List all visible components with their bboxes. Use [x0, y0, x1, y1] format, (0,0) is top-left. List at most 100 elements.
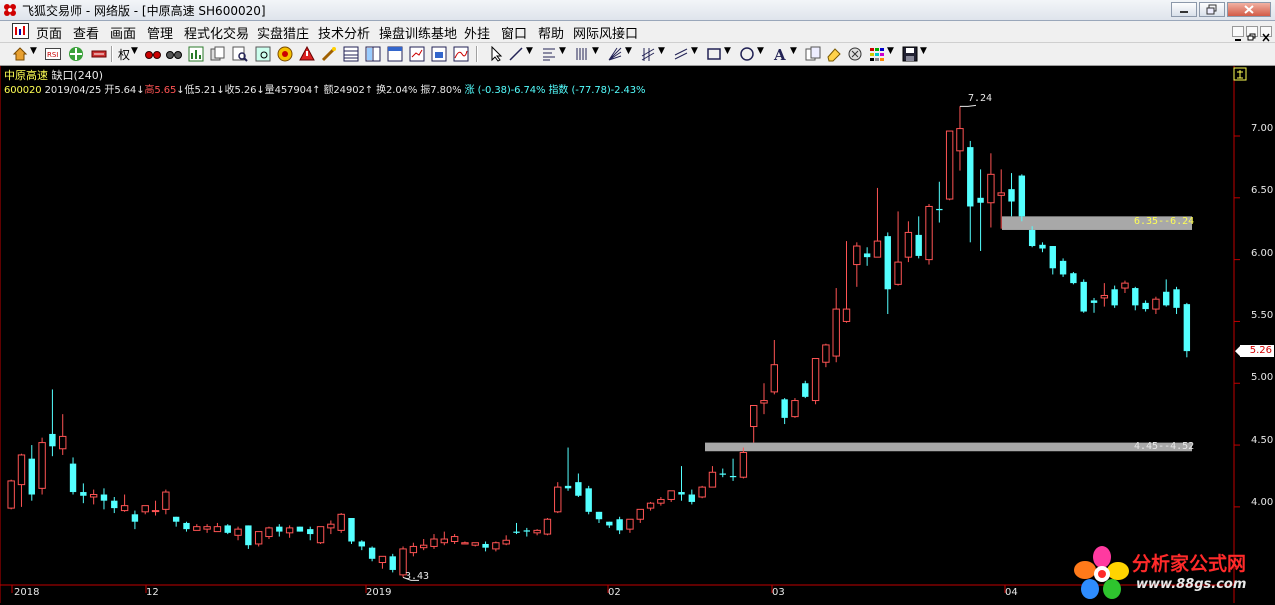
- dropdown-arrow-icon[interactable]: ▼: [724, 46, 731, 56]
- mdi-restore-button[interactable]: [1246, 26, 1258, 41]
- menu-training-base[interactable]: 操盘训练基地: [379, 23, 457, 42]
- menu-manage[interactable]: 管理: [147, 23, 173, 42]
- volume-value: 457904: [274, 85, 313, 96]
- dropdown-arrow-icon[interactable]: ▼: [920, 46, 927, 56]
- candle-body: [585, 488, 592, 512]
- window-icon[interactable]: [387, 46, 403, 62]
- alert-icon[interactable]: [299, 46, 315, 62]
- pointer-icon[interactable]: [488, 46, 504, 62]
- rsi-icon[interactable]: RSI: [45, 46, 61, 62]
- move-icon[interactable]: [68, 46, 84, 62]
- rect-icon[interactable]: [706, 46, 722, 62]
- menu-live-hunting[interactable]: 实盘猎庄: [257, 23, 309, 42]
- glasses-icon[interactable]: [145, 46, 161, 62]
- candle: [7, 479, 15, 510]
- dropdown-arrow-icon[interactable]: ▼: [30, 46, 37, 56]
- menu-program-trading[interactable]: 程式化交易: [184, 23, 249, 42]
- candle: [513, 522, 520, 535]
- parallel-icon[interactable]: [673, 46, 689, 62]
- candle: [822, 343, 830, 368]
- candle-body: [482, 543, 489, 548]
- fan-icon[interactable]: [607, 46, 623, 62]
- target-icon[interactable]: [277, 46, 293, 62]
- text-tool-icon[interactable]: A: [772, 46, 788, 62]
- change-value: (-0.38)-6.74%: [477, 85, 546, 96]
- site-logo: 分析家公式网 www.88gs.com: [1074, 545, 1274, 603]
- candle: [368, 546, 376, 562]
- binocular-icon[interactable]: [166, 46, 182, 62]
- home-icon[interactable]: [12, 46, 28, 62]
- copy-icon[interactable]: [210, 46, 226, 62]
- find-icon[interactable]: [232, 46, 248, 62]
- copy-tool-icon[interactable]: [805, 46, 821, 62]
- candle: [358, 540, 365, 551]
- chart-line-icon[interactable]: [453, 46, 469, 62]
- menu-netwind-interface[interactable]: 网际风接口: [573, 23, 638, 42]
- chart-small-icon[interactable]: [409, 46, 425, 62]
- minimize-button[interactable]: [1171, 2, 1197, 17]
- candle: [276, 524, 283, 537]
- candle: [49, 389, 56, 457]
- dropdown-arrow-icon[interactable]: ▼: [625, 46, 632, 56]
- candle-body: [1100, 294, 1109, 299]
- circle-icon[interactable]: [739, 46, 755, 62]
- chart-window-small-icon[interactable]: [431, 46, 447, 62]
- dropdown-arrow-icon[interactable]: ▼: [526, 46, 533, 56]
- palette-icon[interactable]: [869, 46, 885, 62]
- mdi-close-button[interactable]: [1260, 26, 1272, 42]
- candle: [1090, 297, 1098, 313]
- chart-window-icon[interactable]: [12, 23, 29, 39]
- menu-screen[interactable]: 画面: [110, 23, 136, 42]
- candle: [285, 525, 294, 538]
- save-icon[interactable]: [902, 46, 918, 62]
- line-tool-icon[interactable]: [508, 46, 524, 62]
- menu-window[interactable]: 窗口: [501, 23, 527, 42]
- price-adjust-button[interactable]: 权: [118, 46, 130, 63]
- menu-technical-analysis[interactable]: 技术分析: [318, 23, 370, 42]
- toolbar-separator: [111, 46, 113, 62]
- mdi-minimize-button[interactable]: [1232, 26, 1244, 41]
- vlines-icon[interactable]: [574, 46, 590, 62]
- x-tick-label: 03: [772, 587, 785, 598]
- candle-body: [729, 475, 737, 478]
- candle: [162, 489, 170, 515]
- dropdown-arrow-icon[interactable]: ▼: [790, 46, 797, 56]
- stats-icon[interactable]: [188, 46, 204, 62]
- menu-view[interactable]: 查看: [73, 23, 99, 42]
- menu-help[interactable]: 帮助: [538, 23, 564, 42]
- candle: [739, 447, 748, 479]
- fibo-icon[interactable]: [541, 46, 557, 62]
- eraser-icon[interactable]: [826, 46, 842, 62]
- channel-icon[interactable]: [640, 46, 656, 62]
- candle: [492, 541, 500, 552]
- pan-icon[interactable]: [91, 46, 107, 62]
- search-chart-icon[interactable]: [255, 46, 271, 62]
- dropdown-arrow-icon[interactable]: ▼: [131, 46, 138, 56]
- wand-icon[interactable]: [321, 46, 337, 62]
- grid-icon[interactable]: [343, 46, 359, 62]
- candle-body: [606, 521, 613, 526]
- candle-body: [378, 555, 387, 564]
- candle: [543, 518, 552, 536]
- candle-body: [811, 358, 820, 402]
- candlestick-chart[interactable]: [0, 66, 1275, 603]
- dropdown-arrow-icon[interactable]: ▼: [592, 46, 599, 56]
- menu-page[interactable]: 页面: [36, 23, 62, 42]
- dropdown-arrow-icon[interactable]: ▼: [559, 46, 566, 56]
- candle-body: [1121, 282, 1129, 289]
- candle-body: [616, 519, 623, 531]
- settings-icon[interactable]: [847, 46, 863, 62]
- dropdown-arrow-icon[interactable]: ▼: [658, 46, 665, 56]
- candle-body: [678, 492, 685, 495]
- x-tick-label: 04: [1005, 587, 1018, 598]
- menu-plugin[interactable]: 外挂: [464, 23, 490, 42]
- dropdown-arrow-icon[interactable]: ▼: [757, 46, 764, 56]
- layout-icon[interactable]: [365, 46, 381, 62]
- restore-button[interactable]: [1199, 2, 1225, 17]
- lock-icon[interactable]: [1233, 67, 1247, 81]
- dropdown-arrow-icon[interactable]: ▼: [691, 46, 698, 56]
- candle-body: [936, 208, 943, 211]
- close-label: 收: [224, 85, 235, 96]
- close-button[interactable]: [1227, 2, 1271, 17]
- dropdown-arrow-icon[interactable]: ▼: [887, 46, 894, 56]
